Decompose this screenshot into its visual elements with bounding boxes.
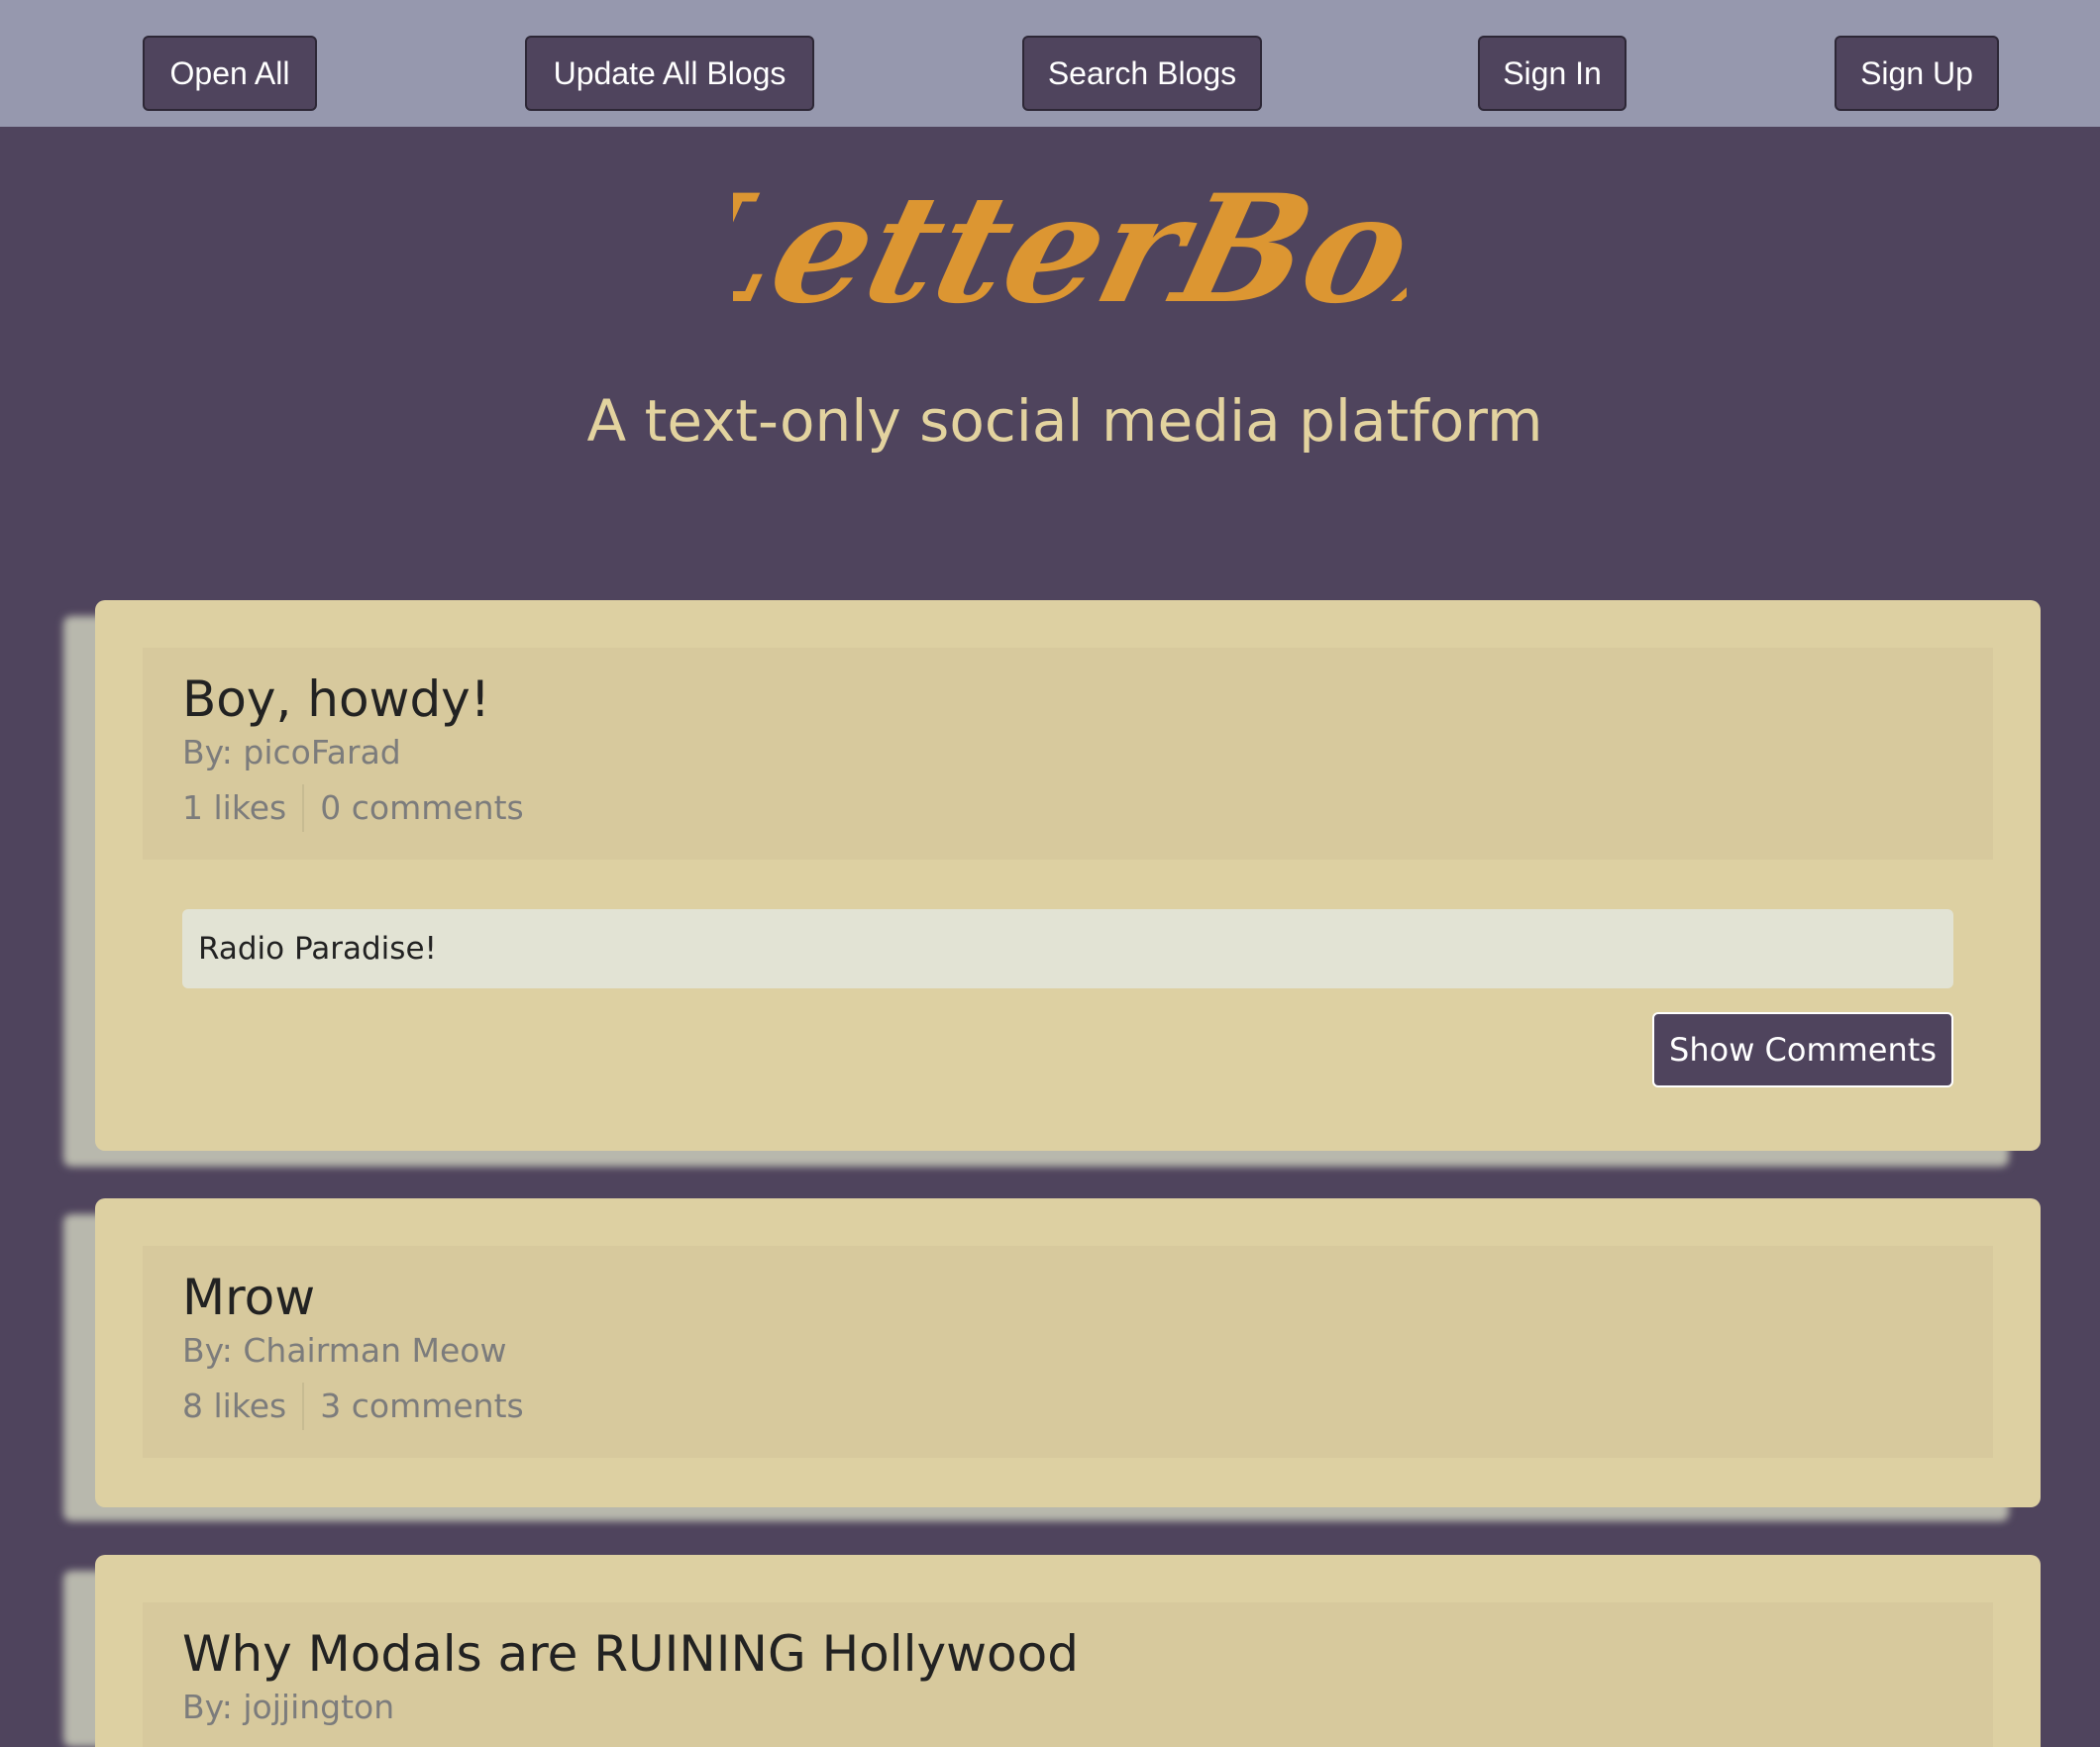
post-stats: 8 likes 3 comments <box>182 1381 524 1432</box>
post-header: Boy, howdy! By: picoFarad 1 likes 0 comm… <box>143 648 1993 860</box>
search-blogs-button[interactable]: Search Blogs <box>1022 36 1262 111</box>
sign-in-button[interactable]: Sign In <box>1478 36 1627 111</box>
tagline: A text-only social media platform <box>586 387 1543 455</box>
open-all-button[interactable]: Open All <box>143 36 317 111</box>
post-author: By: picoFarad <box>182 733 401 771</box>
post-header: Mrow By: Chairman Meow 8 likes 3 comment… <box>143 1246 1993 1458</box>
post-title[interactable]: Boy, howdy! <box>182 668 490 731</box>
hero-section: LetterBox A text-only social media platf… <box>0 127 2100 602</box>
blog-post-card: Why Modals are RUINING Hollywood By: joj… <box>95 1555 2041 1747</box>
post-title[interactable]: Why Modals are RUINING Hollywood <box>182 1622 1079 1686</box>
likes-count[interactable]: 1 likes <box>182 782 302 834</box>
comments-count[interactable]: 0 comments <box>304 782 523 834</box>
post-author: By: jojjington <box>182 1688 395 1726</box>
top-navbar: Open All Update All Blogs Search Blogs S… <box>0 0 2100 127</box>
post-author: By: Chairman Meow <box>182 1331 507 1370</box>
post-header: Why Modals are RUINING Hollywood By: joj… <box>143 1602 1993 1747</box>
post-title[interactable]: Mrow <box>182 1266 315 1329</box>
post-body: Radio Paradise! <box>182 909 1953 988</box>
letterbox-logo: LetterBox <box>733 186 1407 355</box>
sign-up-button[interactable]: Sign Up <box>1835 36 1999 111</box>
update-all-blogs-button[interactable]: Update All Blogs <box>525 36 814 111</box>
likes-count[interactable]: 8 likes <box>182 1381 302 1432</box>
comments-count[interactable]: 3 comments <box>304 1381 523 1432</box>
blog-post-card: Mrow By: Chairman Meow 8 likes 3 comment… <box>95 1198 2041 1507</box>
logo-text: LetterBox <box>733 186 1407 336</box>
blog-post-card: Boy, howdy! By: picoFarad 1 likes 0 comm… <box>95 600 2041 1151</box>
post-stats: 1 likes 0 comments <box>182 782 524 834</box>
show-comments-button[interactable]: Show Comments <box>1652 1012 1953 1087</box>
